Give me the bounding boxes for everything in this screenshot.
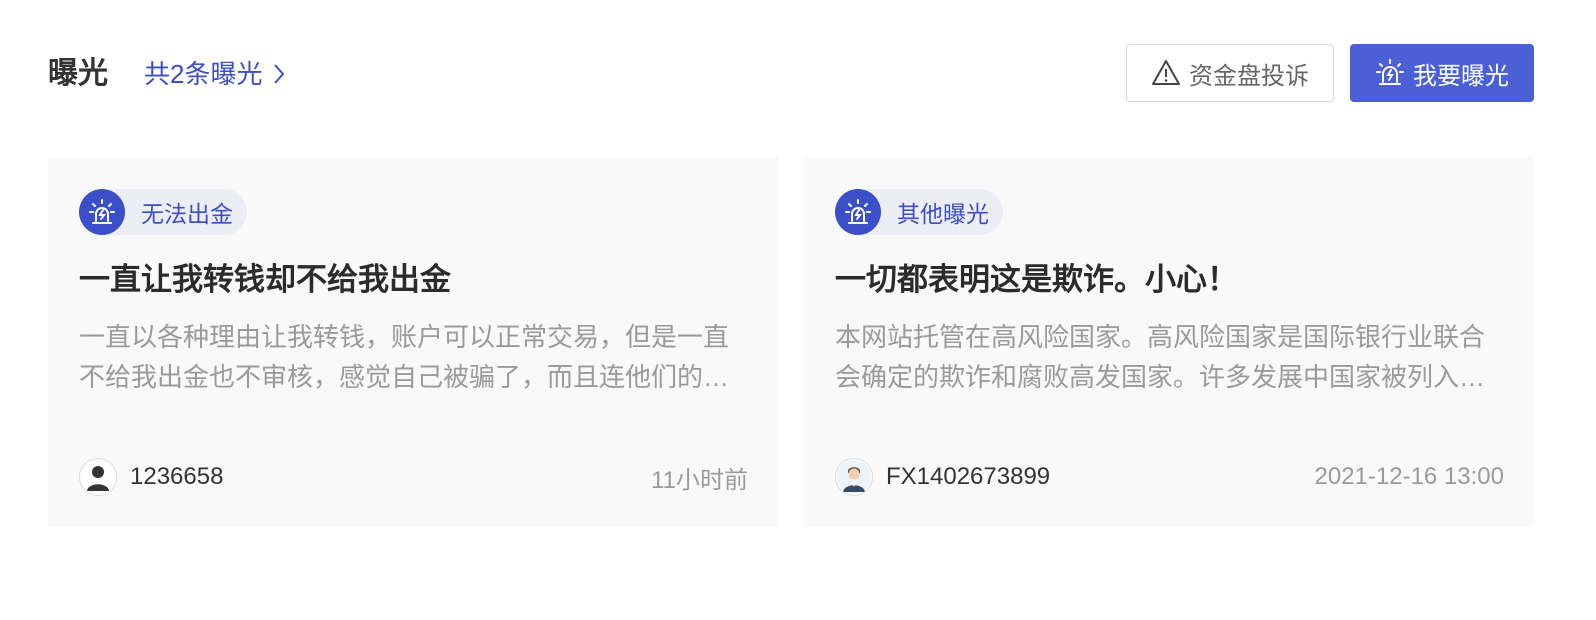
user-avatar-icon bbox=[835, 458, 873, 496]
exposure-card[interactable]: 其他曝光 一切都表明这是欺诈。小心！ 本网站托管在高风险国家。高风险国家是国际银… bbox=[804, 157, 1534, 527]
complaint-button-label: 资金盘投诉 bbox=[1189, 62, 1309, 90]
author-username: FX1402673899 bbox=[886, 463, 1051, 490]
page-title: 曝光 bbox=[48, 57, 108, 90]
fund-scheme-complaint-button[interactable]: 资金盘投诉 bbox=[1126, 44, 1334, 102]
alarm-light-icon bbox=[79, 189, 125, 235]
expose-button-label: 我要曝光 bbox=[1413, 62, 1509, 90]
card-title: 一直让我转钱却不给我出金 bbox=[79, 262, 451, 297]
page-header: 曝光 共2条曝光 资金盘投诉 我要曝光 bbox=[48, 44, 1534, 102]
chevron-right-icon bbox=[274, 64, 285, 84]
alarm-light-icon bbox=[1376, 59, 1404, 85]
warning-triangle-icon bbox=[1152, 60, 1180, 85]
exposure-list: 无法出金 一直让我转钱却不给我出金 一直以各种理由让我转钱，账户可以正常交易，但… bbox=[48, 157, 1534, 527]
total-exposures-label: 共2条曝光 bbox=[144, 59, 263, 89]
card-title: 一切都表明这是欺诈。小心！ bbox=[835, 262, 1238, 297]
category-tag-label: 其他曝光 bbox=[897, 201, 989, 227]
card-description: 本网站托管在高风险国家。高风险国家是国际银行业联合会确定的欺诈和腐败高发国家。许… bbox=[835, 322, 1486, 392]
card-footer: FX1402673899 2021-12-16 13:00 bbox=[835, 457, 1504, 497]
author-username: 1236658 bbox=[130, 463, 224, 490]
post-time: 2021-12-16 13:00 bbox=[1314, 463, 1505, 490]
exposure-card[interactable]: 无法出金 一直让我转钱却不给我出金 一直以各种理由让我转钱，账户可以正常交易，但… bbox=[48, 157, 778, 527]
post-time: 11小时前 bbox=[651, 466, 748, 494]
card-footer: 1236658 11小时前 bbox=[79, 457, 748, 497]
category-tag: 其他曝光 bbox=[835, 189, 1003, 235]
category-tag-label: 无法出金 bbox=[141, 201, 233, 227]
category-tag: 无法出金 bbox=[79, 189, 247, 235]
user-avatar-icon bbox=[79, 458, 117, 496]
card-description: 一直以各种理由让我转钱，账户可以正常交易，但是一直不给我出金也不审核，感觉自己被… bbox=[79, 322, 730, 392]
expose-button[interactable]: 我要曝光 bbox=[1350, 44, 1534, 102]
alarm-light-icon bbox=[835, 189, 881, 235]
total-exposures-link[interactable]: 共2条曝光 bbox=[144, 56, 288, 92]
